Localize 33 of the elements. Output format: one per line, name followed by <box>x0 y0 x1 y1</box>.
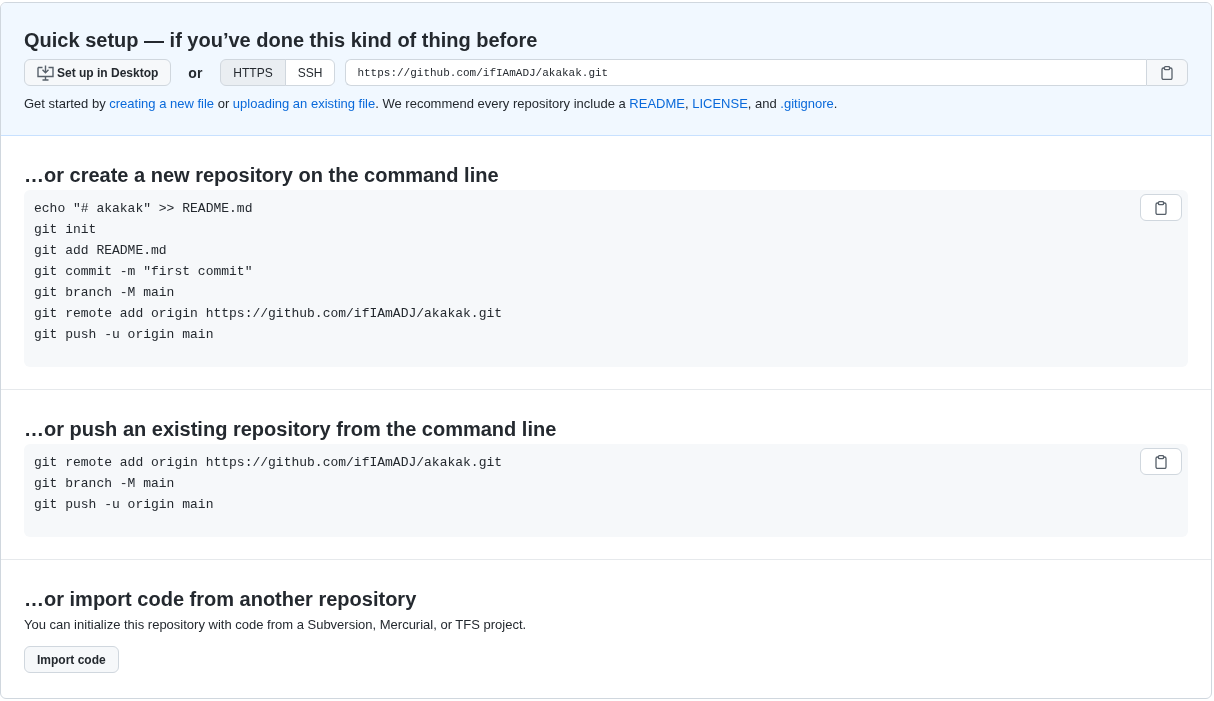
code-line: git push -u origin main <box>34 496 214 514</box>
code-line: git commit -m "first commit" <box>34 263 253 281</box>
import-description: You can initialize this repository with code from a Subversion, Mercurial, or TFS project. <box>24 616 528 634</box>
link[interactable]: creating a new file <box>109 96 215 111</box>
desktop-button[interactable]: Set up in Desktop <box>24 59 172 86</box>
import-code-button[interactable]: Import code <box>24 646 119 673</box>
code-line: git remote add origin https://github.com/ifIAmADJ/akakak.git <box>34 305 503 323</box>
section-title: …or push an existing repository from the command line <box>24 417 558 442</box>
code-line: git branch -M main <box>34 475 175 493</box>
clipboard-icon <box>1155 454 1167 469</box>
clipboard-icon <box>1155 200 1167 215</box>
code-line: git init <box>34 221 97 239</box>
protocol-tab[interactable]: HTTPS <box>220 59 286 86</box>
setup-hint: Get started by creating a new file or uploading an existing file. We recommend every repository include a README, LICENSE, and .gitignore. <box>24 95 839 113</box>
link[interactable]: .gitignore <box>780 96 834 111</box>
section-title: …or create a new repository on the command line <box>24 163 500 188</box>
code-line: git remote add origin https://github.com/ifIAmADJ/akakak.git <box>34 454 503 472</box>
or-label: or <box>188 64 203 81</box>
code-line: git add README.md <box>34 242 167 260</box>
code-line: git branch -M main <box>34 284 175 302</box>
link[interactable]: README <box>629 96 685 111</box>
code-line: echo "# akakak" >> README.md <box>34 200 253 218</box>
clipboard-icon <box>1161 65 1173 80</box>
section-title: …or import code from another repository <box>24 587 418 612</box>
code-line: git push -u origin main <box>34 326 214 344</box>
desktop-download-icon <box>37 64 54 81</box>
protocol-tab[interactable]: SSH <box>284 59 336 86</box>
copy-button[interactable] <box>1140 448 1182 475</box>
copy-button[interactable] <box>1140 194 1182 221</box>
clone-url-field[interactable]: https://github.com/ifIAmADJ/akakak.git <box>345 59 1146 86</box>
copy-button[interactable] <box>1146 59 1188 86</box>
section-title: Quick setup — if you’ve done this kind of thing before <box>24 28 539 53</box>
link[interactable]: LICENSE <box>692 96 748 111</box>
